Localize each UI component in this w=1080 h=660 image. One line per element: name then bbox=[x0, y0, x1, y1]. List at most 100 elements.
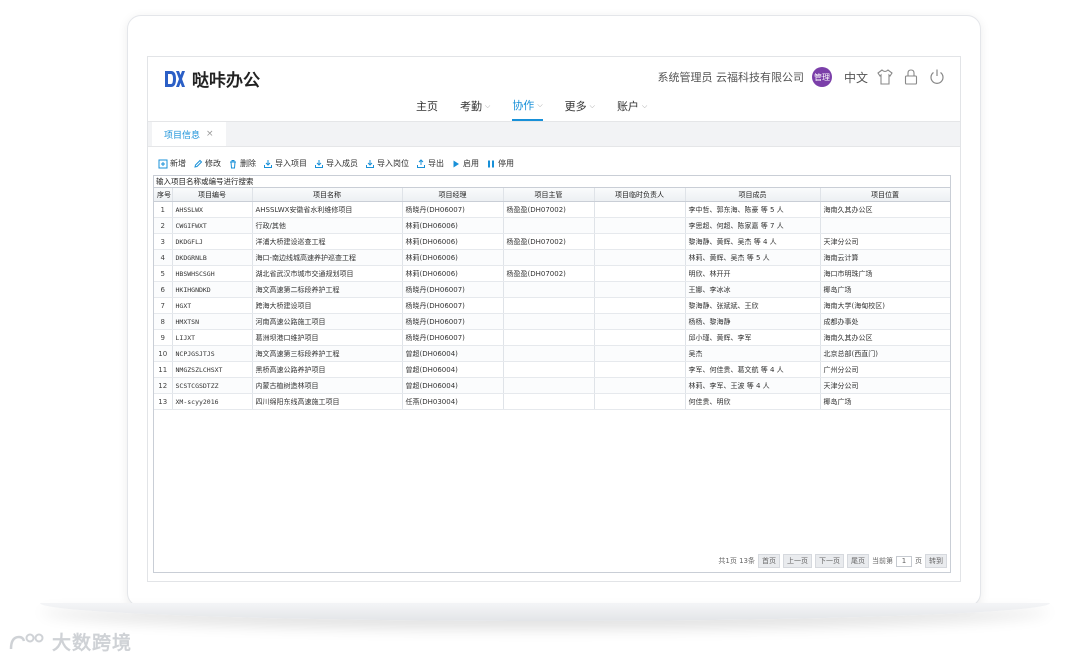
col-manager-cell: 杨晓丹(DH06007) bbox=[402, 313, 504, 330]
project-grid: 输入项目名称或编号进行搜索 序号 项目编号 项目名称 项目经理 项目主管 项目临时负责人项… bbox=[153, 175, 951, 573]
col-project-name-cell: 行政/其他 bbox=[252, 217, 403, 234]
grid-search-field[interactable]: 输入项目名称或编号进行搜索 bbox=[154, 176, 950, 188]
col-supervisor-header[interactable]: 项目主管 bbox=[503, 188, 595, 202]
col-project-code-header[interactable]: 项目编号 bbox=[172, 188, 253, 202]
col-index-cell: 5 bbox=[154, 265, 173, 282]
export-icon bbox=[417, 158, 425, 168]
col-index-cell: 2 bbox=[154, 217, 173, 234]
col-project-code-cell: HMXTSN bbox=[172, 313, 253, 330]
table-row[interactable]: 8 HMXTSN 河南高速公路施工项目 杨晓丹(DH06007) 杨杨、黎海静 成都办事处 bbox=[154, 313, 950, 330]
col-project-code-cell: LIJXT bbox=[172, 329, 253, 346]
col-project-name-cell: 内蒙古植树造林项目 bbox=[252, 377, 403, 394]
close-icon[interactable]: × bbox=[206, 129, 214, 139]
col-location-cell: 海南大学(海甸校区) bbox=[820, 297, 950, 314]
project-table: 序号 项目编号 项目名称 项目经理 项目主管 项目临时负责人 项目成员 项目位置 1 AHSSL… bbox=[154, 188, 950, 410]
import-position-button[interactable]: 导入岗位 bbox=[365, 158, 409, 169]
col-index-cell: 13 bbox=[154, 393, 173, 410]
col-project-name-cell: 洋浦大桥建设巡查工程 bbox=[252, 233, 403, 250]
last-page-button[interactable]: 尾页 bbox=[847, 554, 869, 568]
tool-label: 停用 bbox=[498, 159, 514, 168]
power-icon[interactable] bbox=[928, 68, 946, 86]
col-project-code-cell: NCPJGSJTJS bbox=[172, 345, 253, 362]
col-project-name-header[interactable]: 项目名称 bbox=[252, 188, 403, 202]
col-members-cell: 李中哲、郭东海、陈豪 等 5 人 bbox=[685, 201, 821, 218]
col-index-cell: 10 bbox=[154, 345, 173, 362]
export-button[interactable]: 导出 bbox=[416, 158, 444, 169]
col-location-cell: 椰岛广场 bbox=[820, 393, 950, 410]
nav-collaboration[interactable]: 协作 ⌵ bbox=[512, 97, 543, 121]
col-manager-cell: 曾超(DH06004) bbox=[402, 377, 504, 394]
language-switch[interactable]: 中文 bbox=[844, 69, 868, 86]
import-project-button[interactable]: 导入项目 bbox=[263, 158, 307, 169]
nav-account[interactable]: 账户 ⌵ bbox=[617, 97, 647, 121]
table-row[interactable]: 11 NMGZSZLCHSXT 黑桥高速公路养护项目 曾超(DH06004) 李军、何佳… bbox=[154, 361, 950, 378]
table-row[interactable]: 10 NCPJGSJTJS 海文高速第三标段养护工程 曾超(DH06004) 吴杰 北京总… bbox=[154, 345, 950, 362]
lock-icon[interactable] bbox=[902, 68, 920, 86]
nav-label: 考勤 bbox=[460, 100, 482, 113]
col-members-cell: 林莉、李军、王波 等 4 人 bbox=[685, 377, 821, 394]
table-row[interactable]: 3 DKDGFLJ 洋浦大桥建设巡查工程 林莉(DH06006) 杨盈盈(DH07002… bbox=[154, 233, 950, 250]
edit-button[interactable]: 修改 bbox=[193, 158, 221, 169]
col-manager-cell: 林莉(DH06006) bbox=[402, 233, 504, 250]
col-members-header[interactable]: 项目成员 bbox=[685, 188, 821, 202]
next-page-button[interactable]: 下一页 bbox=[815, 554, 844, 568]
tab-project-info[interactable]: 项目信息 × bbox=[152, 122, 226, 146]
table-row[interactable]: 6 HKIHGNDKD 海文高速第二标段养护工程 杨晓丹(DH06007) 王娜、李冰冰… bbox=[154, 281, 950, 298]
shirt-icon[interactable] bbox=[876, 68, 894, 86]
nav-label: 账户 bbox=[616, 100, 639, 113]
tab-bar: 项目信息 × bbox=[148, 121, 960, 147]
table-row[interactable]: 9 LIJXT 葛洲坝港口维护项目 杨晓丹(DH06007) 邱小瑾、黄辉、李军 海南久其… bbox=[154, 329, 950, 346]
col-supervisor-cell bbox=[503, 345, 595, 362]
table-row[interactable]: 13 XM-scyy2016 四川绵阳东线高速施工项目 任燕(DH03004) 何佳贵、… bbox=[154, 393, 950, 410]
current-page-prefix: 当前第 bbox=[872, 557, 893, 565]
tool-label: 导出 bbox=[428, 159, 444, 168]
nav-label: 更多 bbox=[564, 100, 587, 113]
col-members-cell: 王娜、李冰冰 bbox=[685, 281, 821, 298]
go-button[interactable]: 转到 bbox=[925, 554, 947, 568]
col-supervisor-cell bbox=[503, 329, 595, 346]
col-supervisor-cell bbox=[503, 393, 595, 410]
col-members-cell: 黎海静、张斌斌、王欣 bbox=[685, 297, 821, 314]
disable-button[interactable]: 停用 bbox=[486, 158, 514, 169]
table-row[interactable]: 12 SCSTCGSDTZZ 内蒙古植树造林项目 曾超(DH06004) 林莉、李军、王… bbox=[154, 377, 950, 394]
nav-attendance[interactable]: 考勤 ⌵ bbox=[460, 97, 490, 121]
brand-logo[interactable]: 哒咔办公 bbox=[164, 66, 260, 91]
add-button[interactable]: 新增 bbox=[158, 158, 186, 169]
col-members-cell: 杨杨、黎海静 bbox=[685, 313, 821, 330]
col-supervisor-cell bbox=[503, 361, 595, 378]
tool-label: 导入成员 bbox=[326, 159, 358, 168]
import-icon bbox=[264, 159, 272, 168]
page-number-input[interactable]: 1 bbox=[896, 555, 912, 567]
table-row[interactable]: 4 DKDGRNLB 海口-南边线城高速养护巡查工程 林莉(DH06006) 林莉、黄辉… bbox=[154, 249, 950, 266]
toolbar: 新增 修改 删除 导入项目 导入成员 导入岗位 导出 启用 停用 bbox=[158, 158, 514, 169]
col-location-cell: 天津分公司 bbox=[820, 233, 950, 250]
col-index-header[interactable]: 序号 bbox=[154, 188, 173, 202]
col-supervisor-cell: 杨盈盈(DH07002) bbox=[503, 265, 595, 282]
col-project-name-cell: 黑桥高速公路养护项目 bbox=[252, 361, 403, 378]
enable-button[interactable]: 启用 bbox=[451, 158, 479, 169]
nav-home[interactable]: 主页 bbox=[416, 97, 438, 121]
first-page-button[interactable]: 首页 bbox=[758, 554, 780, 568]
import-member-button[interactable]: 导入成员 bbox=[314, 158, 358, 169]
nav-more[interactable]: 更多 ⌵ bbox=[565, 97, 595, 121]
table-row[interactable]: 7 HGXT 跨海大桥建设项目 杨晓丹(DH06007) 黎海静、张斌斌、王欣 海南大学(… bbox=[154, 297, 950, 314]
col-index-cell: 1 bbox=[154, 201, 173, 218]
col-members-cell: 林莉、黄辉、吴杰 等 5 人 bbox=[685, 249, 821, 266]
col-temp-lead-cell bbox=[594, 393, 686, 410]
col-location-cell bbox=[820, 217, 950, 234]
current-page-suffix: 页 bbox=[915, 557, 922, 565]
table-row[interactable]: 1 AHSSLWX AHSSLWX安徽省水利维修项目 杨晓丹(DH06007) 杨盈盈(… bbox=[154, 201, 950, 218]
watermark: 大数跨境 bbox=[8, 628, 132, 655]
tool-label: 导入岗位 bbox=[377, 159, 409, 168]
col-manager-cell: 曾超(DH06004) bbox=[402, 345, 504, 362]
col-manager-header[interactable]: 项目经理 bbox=[402, 188, 504, 202]
delete-button[interactable]: 删除 bbox=[228, 158, 256, 169]
col-manager-cell: 林莉(DH06006) bbox=[402, 249, 504, 266]
table-row[interactable]: 5 HBSWHSCSGH 湖北省武汉市城市交通规划项目 林莉(DH06006) 杨盈盈(… bbox=[154, 265, 950, 282]
col-location-header[interactable]: 项目位置 bbox=[820, 188, 950, 202]
prev-page-button[interactable]: 上一页 bbox=[783, 554, 812, 568]
chevron-down-icon: ⌵ bbox=[485, 101, 491, 110]
admin-badge[interactable]: 管理 bbox=[811, 67, 832, 87]
col-temp-lead-header[interactable]: 项目临时负责人 bbox=[594, 188, 686, 202]
table-row[interactable]: 2 CWGIFWXT 行政/其他 林莉(DH06006) 李思超、何超、陈家嘉 等 7 … bbox=[154, 217, 950, 234]
